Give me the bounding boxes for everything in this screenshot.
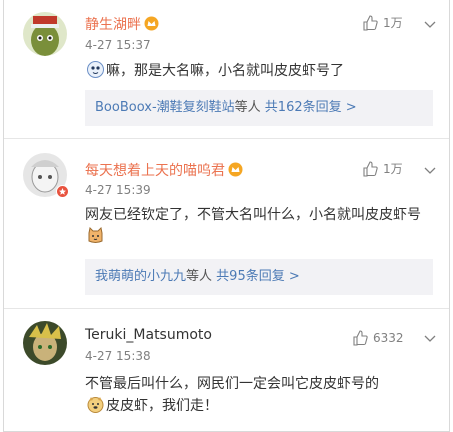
reply-middle: 等人 — [186, 269, 213, 284]
vip-crown-icon — [144, 16, 159, 31]
like-button[interactable]: 1万 — [362, 160, 403, 177]
view-replies-link[interactable]: 共95条回复 > — [216, 269, 300, 284]
comment-time: 4-27 15:39 — [85, 183, 151, 197]
username[interactable]: 静生湖畔 — [85, 14, 159, 34]
like-button[interactable]: 6332 — [352, 330, 404, 346]
like-count: 6332 — [373, 331, 404, 345]
like-count: 1万 — [383, 16, 403, 30]
doge-emoji-icon — [87, 397, 104, 413]
username-text[interactable]: 静生湖畔 — [85, 17, 141, 33]
reply-names[interactable]: BooBoox-潮鞋复刻鞋站 — [95, 100, 235, 115]
avatar[interactable] — [23, 321, 67, 365]
reply-middle: 等人 — [234, 100, 261, 115]
cat-emoji-icon — [88, 227, 103, 243]
comment-text: 不管最后叫什么，网民们一定会叫它皮皮虾号的 皮皮虾，我们走！ — [85, 376, 379, 414]
like-count: 1万 — [383, 162, 403, 176]
comment-item: 每天想着上天的喵呜君 4-27 15:39 1万 网友已经钦定了，不管大名叫什么… — [4, 138, 449, 308]
username-text[interactable]: Teruki_Matsumoto — [85, 327, 212, 343]
vip-crown-icon — [228, 162, 243, 177]
comment-list: 静生湖畔 4-27 15:37 1万 嘛，那是大名嘛，小名就叫皮皮虾号了 Boo… — [3, 0, 450, 432]
view-replies-link[interactable]: 共162条回复 > — [265, 100, 357, 115]
verified-badge-icon — [56, 185, 69, 198]
reply-summary[interactable]: BooBoox-潮鞋复刻鞋站等人 共162条回复 > — [85, 90, 433, 126]
like-button[interactable]: 1万 — [362, 14, 403, 31]
chevron-down-icon[interactable] — [423, 17, 437, 31]
comment-time: 4-27 15:37 — [85, 38, 151, 52]
avatar[interactable] — [23, 12, 67, 56]
comment-item: 静生湖畔 4-27 15:37 1万 嘛，那是大名嘛，小名就叫皮皮虾号了 Boo… — [4, 0, 449, 138]
username[interactable]: Teruki_Matsumoto — [85, 327, 212, 343]
sticker-emoji-icon — [87, 61, 104, 78]
reply-names[interactable]: 我萌萌的小九九 — [95, 269, 186, 284]
comment-item: Teruki_Matsumoto 4-27 15:38 6332 不管最后叫什么… — [4, 308, 449, 432]
comment-time: 4-27 15:38 — [85, 349, 151, 363]
chevron-down-icon[interactable] — [423, 163, 437, 177]
thumbs-up-icon — [353, 330, 368, 346]
reply-summary[interactable]: 我萌萌的小九九等人 共95条回复 > — [85, 259, 433, 295]
thumbs-up-icon — [363, 14, 378, 31]
thumbs-up-icon — [363, 160, 378, 177]
comment-text: 嘛，那是大名嘛，小名就叫皮皮虾号了 — [85, 60, 433, 82]
username[interactable]: 每天想着上天的喵呜君 — [85, 160, 243, 180]
comment-text: 网友已经钦定了，不管大名叫什么，小名就叫皮皮虾号 — [85, 204, 433, 248]
username-text[interactable]: 每天想着上天的喵呜君 — [85, 163, 225, 179]
chevron-down-icon[interactable] — [423, 331, 437, 345]
